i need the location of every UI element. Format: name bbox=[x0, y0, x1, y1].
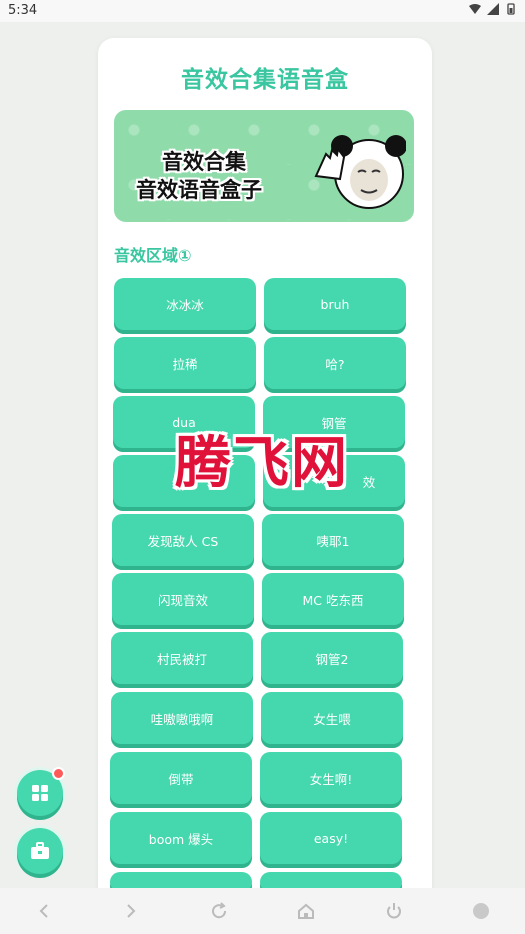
grid-apps-icon bbox=[32, 785, 48, 801]
back-button[interactable] bbox=[29, 896, 59, 926]
power-icon bbox=[386, 903, 401, 919]
battery-icon bbox=[507, 3, 515, 15]
sound-button[interactable]: MC 吃东西 bbox=[262, 573, 404, 625]
sound-button-label: 发现敌人 CS bbox=[147, 533, 219, 549]
sound-button-label: bruh bbox=[320, 296, 350, 312]
sound-button-label: 哈? bbox=[325, 356, 345, 372]
sound-button[interactable]: 冰冰冰 bbox=[114, 278, 256, 330]
sound-button[interactable]: 村民被打 bbox=[111, 632, 253, 684]
sound-button-label: 闪现音效 bbox=[157, 592, 208, 608]
page-title: 音效合集语音盒 bbox=[181, 67, 349, 93]
watermark: 腾飞网 bbox=[175, 430, 349, 496]
sound-button-label: 钢管2 bbox=[315, 651, 349, 667]
status-time: 5:34 bbox=[8, 3, 38, 18]
sound-button[interactable]: 哈? bbox=[264, 337, 406, 389]
sound-button-label: easy! bbox=[313, 830, 349, 846]
sound-button[interactable]: bruh bbox=[264, 278, 406, 330]
forward-icon bbox=[127, 904, 136, 918]
sound-button-label: 咦耶1 bbox=[316, 533, 350, 549]
refresh-button[interactable] bbox=[204, 896, 234, 926]
banner-line-2: 音效语音盒子 bbox=[136, 178, 262, 202]
toolbox-fab-button[interactable] bbox=[17, 828, 63, 874]
sound-button[interactable]: 女生啊! bbox=[260, 752, 402, 804]
system-nav-bar bbox=[0, 888, 525, 934]
sound-button-label: 女生啊! bbox=[309, 771, 353, 787]
menu-button[interactable] bbox=[466, 896, 496, 926]
home-button[interactable] bbox=[291, 896, 321, 926]
sound-button[interactable]: boom 爆头 bbox=[110, 812, 252, 864]
forward-button[interactable] bbox=[116, 896, 146, 926]
sound-button-label: 冰冰冰 bbox=[166, 297, 204, 313]
sound-button[interactable]: 钢管2 bbox=[261, 632, 403, 684]
sound-button-label: 哇嗷嗷哦啊 bbox=[150, 711, 214, 727]
wifi-icon bbox=[469, 4, 481, 14]
back-icon bbox=[39, 904, 48, 918]
sound-button-label: boom 爆头 bbox=[148, 831, 214, 847]
status-bar: 5:34 bbox=[0, 0, 525, 22]
status-icons bbox=[469, 3, 517, 15]
sound-button[interactable]: 咦耶1 bbox=[262, 514, 404, 566]
sound-button[interactable]: 闪现音效 bbox=[112, 573, 254, 625]
sound-button[interactable]: 拉稀 bbox=[114, 337, 256, 389]
toolbox-icon bbox=[31, 842, 49, 859]
sound-button-label: 倒带 bbox=[168, 771, 194, 787]
sound-button[interactable]: 女生喂 bbox=[261, 692, 403, 744]
sound-button-label: 拉稀 bbox=[172, 356, 198, 372]
sound-button-label: 女生喂 bbox=[313, 711, 351, 727]
circle-icon bbox=[473, 903, 490, 919]
banner: 音效合集 音效语音盒子 bbox=[114, 110, 414, 222]
home-icon bbox=[298, 903, 315, 919]
sound-button-label: MC 吃东西 bbox=[302, 592, 364, 608]
power-button[interactable] bbox=[379, 896, 409, 926]
sound-button[interactable]: 倒带 bbox=[110, 752, 252, 804]
banner-line-1: 音效合集 bbox=[162, 150, 246, 174]
sound-button[interactable]: 发现敌人 CS bbox=[112, 514, 254, 566]
sound-button[interactable]: 哇嗷嗷哦啊 bbox=[111, 692, 253, 744]
notification-dot bbox=[52, 767, 65, 780]
sound-button-label: 村民被打 bbox=[156, 651, 207, 667]
sound-button[interactable]: easy! bbox=[260, 812, 402, 864]
signal-icon bbox=[487, 3, 499, 15]
refresh-icon bbox=[211, 902, 226, 919]
panda-meme-image bbox=[314, 135, 406, 209]
section-label: 音效区域① bbox=[114, 246, 192, 265]
